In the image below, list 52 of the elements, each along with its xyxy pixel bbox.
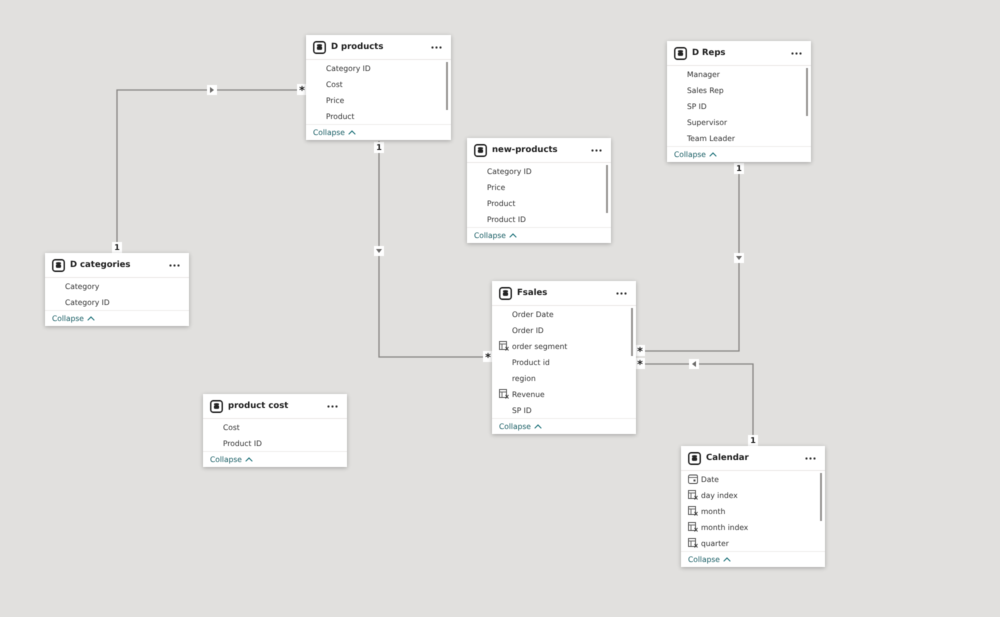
table-icon [499, 286, 512, 300]
caret-icon [534, 424, 542, 429]
cardinality-label: * [635, 358, 645, 369]
filter-direction-icon [207, 85, 217, 95]
filter-direction-icon [734, 253, 744, 263]
table-icon [674, 46, 687, 60]
more-button[interactable] [325, 402, 340, 410]
scrollbar[interactable] [606, 165, 608, 213]
table-title: new-products [492, 145, 559, 155]
more-button[interactable] [167, 262, 182, 268]
caret-icon [348, 130, 356, 135]
calculated-column-icon [688, 506, 698, 516]
caret-icon [722, 557, 731, 562]
table-title: D Reps [692, 48, 726, 58]
more-button[interactable] [589, 146, 604, 154]
caret-icon [86, 316, 95, 321]
cardinality-label: * [635, 345, 645, 356]
cardinality-label: 1 [374, 142, 384, 153]
filter-direction-icon [689, 359, 699, 369]
more-button[interactable] [789, 50, 804, 56]
cardinality-label: 1 [748, 435, 758, 446]
filter-direction-icon [374, 246, 384, 256]
caret-icon [244, 457, 253, 462]
calculated-column-icon [499, 341, 509, 351]
table-icon [313, 40, 326, 54]
table-icon [688, 452, 701, 464]
cardinality-label: 1 [112, 242, 122, 253]
table-title: Calendar [706, 453, 750, 463]
more-button[interactable] [429, 44, 444, 50]
table-icon [210, 400, 223, 412]
calculated-column-icon [499, 389, 509, 399]
more-button[interactable] [614, 290, 629, 296]
table-icon [52, 258, 65, 272]
calculated-column-icon [688, 538, 698, 548]
table-title: Fsales [517, 288, 548, 298]
calendar-icon [688, 474, 698, 484]
more-button[interactable] [803, 454, 818, 462]
table-title: product cost [228, 401, 290, 411]
table-title: D products [331, 42, 384, 52]
cardinality-label: * [297, 84, 307, 95]
caret-icon [508, 233, 517, 238]
table-icon [474, 144, 487, 156]
scrollbar[interactable] [631, 308, 633, 356]
cardinality-label: * [483, 351, 493, 362]
scrollbar[interactable] [806, 68, 808, 116]
calculated-column-icon [688, 522, 698, 532]
scrollbar[interactable] [446, 62, 448, 110]
table-title: D categories [70, 260, 132, 270]
scrollbar[interactable] [820, 473, 822, 521]
calculated-column-icon [688, 490, 698, 500]
cardinality-label: 1 [734, 163, 744, 174]
caret-icon [708, 152, 717, 157]
